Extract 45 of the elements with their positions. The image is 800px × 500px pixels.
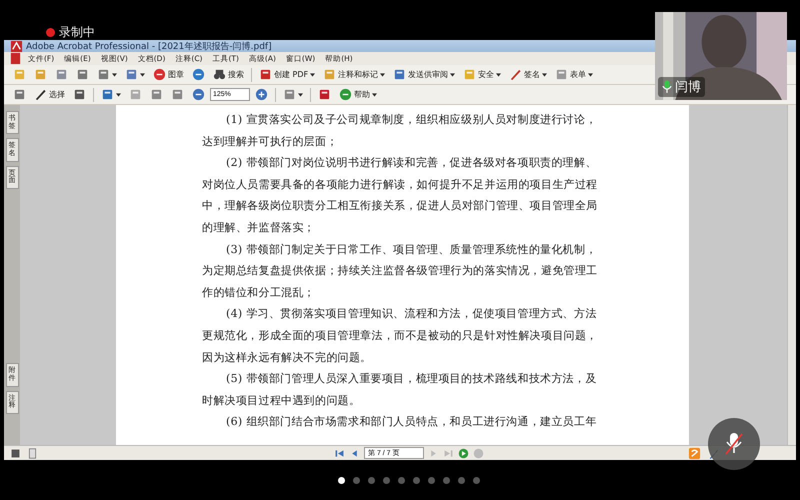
page-indicator-dot[interactable] <box>368 476 375 484</box>
window-title: Adobe Acrobat Professional - [2021年述职报告-闫博.pdf] <box>26 40 272 52</box>
binoculars-icon <box>213 68 226 81</box>
first-page-button[interactable] <box>334 448 345 458</box>
toolbar-button[interactable]: 帮助 <box>336 86 380 103</box>
page-indicator-dot[interactable] <box>473 476 480 484</box>
paragraph: (1) 宣贯落实公司及子公司规章制度，组织相应级别人员对制度进行讨论， 达到理解并可执行的层面； <box>202 112 598 150</box>
recording-label: 录制中 <box>59 24 95 41</box>
recording-dot <box>46 28 55 37</box>
last-page-button[interactable] <box>443 448 454 458</box>
page-indicator-dot[interactable] <box>398 476 405 484</box>
forward-button[interactable] <box>458 448 469 458</box>
paragraph: (6) 组织部门结合市场需求和部门人员特点，和员工进行沟通，建立员工年 <box>225 414 598 430</box>
page-indicator-dot[interactable] <box>428 476 435 484</box>
muted-microphone-icon <box>724 432 744 456</box>
paragraph: (3) 带领部门制定关于日常工作、项目管理、质量管理系统性的量化机制， 为定期总结复盘提供依据；持续关注监督各级管理行为的落实情况，避免管理工 作的错位和分工混乱； <box>202 242 598 301</box>
toolbar-button[interactable]: 注释和标记 <box>320 66 388 83</box>
toolbar-button[interactable]: 创建 PDF <box>256 66 318 83</box>
plus-icon <box>255 88 268 101</box>
toolbar-button[interactable]: 搜索 <box>210 66 247 83</box>
paragraph: (4) 学习、贯彻落实项目管理知识、流程和方法，促使项目管理方式、方法 更规范化，形成全面的项目管理章法，而不是被动的只是针对性解决项目问题， 因为这样永远有解决不完的问题。 <box>202 306 598 366</box>
minus-icon <box>192 88 205 101</box>
ime-icon <box>688 446 701 460</box>
paragraph: (5) 带领部门管理人员深入重要项目，梳理项目的技术路线和技术方法，及 时解决项目过程中遇到的问题。 <box>202 371 598 409</box>
first-page-icon <box>334 448 345 458</box>
toolbar-button[interactable]: 安全 <box>460 66 504 83</box>
toolbar-button[interactable]: 选择 <box>31 86 68 103</box>
toolbar-button[interactable]: 发送供审阅 <box>390 66 458 83</box>
toolbar-button[interactable]: 图章 <box>150 66 187 83</box>
paragraph: (2) 带领部门对岗位说明书进行解读和完善，促进各级对各项职责的理解、 对岗位人员需要具备的各项能力进行解读，如何提升不足并运用的项目生产过程 中，理解各级岗位职责分工相互衔接关系，促进人员对部门管理、项目管理全局 的理解、并监督落实； <box>202 155 598 236</box>
page-indicator-dot[interactable] <box>443 476 450 484</box>
microphone-icon <box>662 80 672 94</box>
page-indicator-dot[interactable] <box>413 476 420 484</box>
page-indicator-dot[interactable] <box>458 476 465 484</box>
toolbar-button[interactable]: 表单 <box>552 66 596 83</box>
page-indicator-dot[interactable] <box>383 476 390 484</box>
back-button[interactable] <box>473 448 484 458</box>
pen-icon <box>509 68 522 81</box>
participant-name: 闫博 <box>675 79 701 96</box>
scrollbar[interactable] <box>787 105 796 445</box>
forward-icon <box>458 448 469 458</box>
toolbar-button[interactable]: 签名 <box>506 66 550 83</box>
page-indicator-dot[interactable] <box>338 476 345 484</box>
page-indicator-dot[interactable] <box>353 476 360 484</box>
app-icon <box>10 40 23 52</box>
